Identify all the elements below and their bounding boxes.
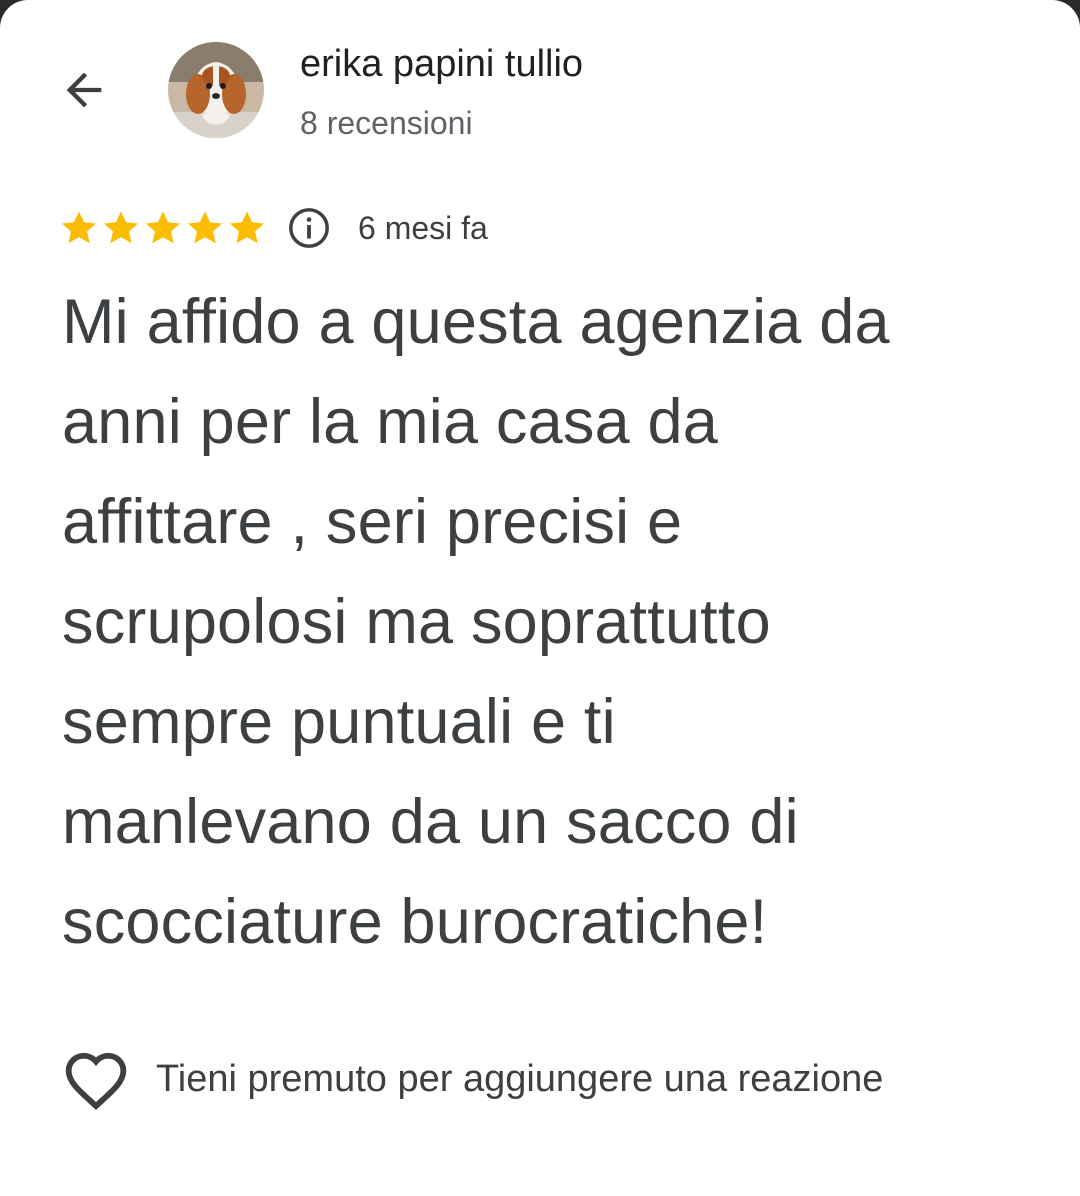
heart-outline-icon: [65, 1052, 127, 1111]
author-name[interactable]: erika papini tullio: [300, 40, 583, 88]
reaction-hint-label: Tieni premuto per aggiungere una reazion…: [156, 1057, 884, 1100]
back-button[interactable]: [52, 58, 116, 122]
review-card: erika papini tullio 8 recensioni 6 mesi …: [0, 0, 1080, 1196]
info-icon[interactable]: [286, 205, 332, 251]
star-icon: [146, 211, 180, 244]
star-icon: [188, 211, 222, 244]
add-reaction-button[interactable]: Tieni premuto per aggiungere una reazion…: [60, 1044, 883, 1114]
star-icon: [104, 211, 138, 244]
star-icon: [62, 211, 96, 244]
avatar[interactable]: [168, 42, 264, 138]
review-time: 6 mesi fa: [358, 209, 488, 246]
arrow-back-icon: [66, 72, 102, 108]
star-rating: [58, 207, 268, 249]
dog-avatar-photo: [168, 42, 264, 138]
star-icon: [230, 211, 264, 244]
review-text: Mi affido a questa agenzia da anni per l…: [62, 287, 890, 957]
review-count[interactable]: 8 recensioni: [300, 102, 473, 144]
review-meta: 6 mesi fa: [58, 202, 488, 254]
